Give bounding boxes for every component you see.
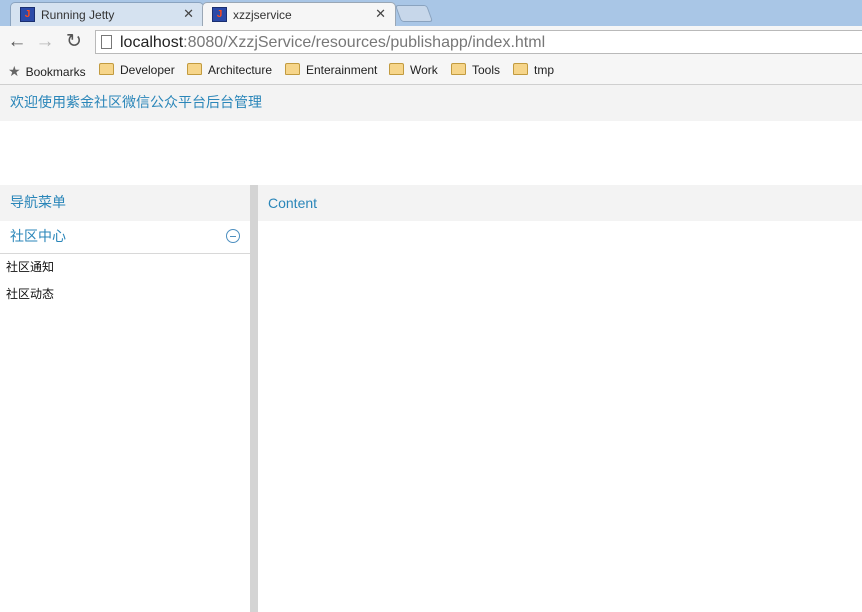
browser-tab-xzzjservice[interactable]: J xzzjservice ✕	[202, 2, 396, 27]
forward-arrow-icon[interactable]: →	[33, 30, 57, 54]
jetty-icon: J	[212, 7, 227, 22]
bookmark-folder-architecture[interactable]: Architecture	[187, 63, 272, 77]
bookmark-folder-work[interactable]: Work	[389, 63, 438, 77]
browser-toolbar: ← → ↻ localhost:8080/XzzjService/resourc…	[0, 26, 862, 58]
back-arrow-icon[interactable]: ←	[5, 30, 29, 54]
address-bar[interactable]: localhost:8080/XzzjService/resources/pub…	[95, 30, 862, 54]
folder-icon	[285, 63, 300, 75]
close-icon[interactable]: ✕	[183, 6, 194, 22]
bookmark-folder-enterainment[interactable]: Enterainment	[285, 63, 377, 77]
bookmark-folder-tmp[interactable]: tmp	[513, 63, 554, 77]
close-icon[interactable]: ✕	[375, 6, 386, 22]
bookmark-folder-tools[interactable]: Tools	[451, 63, 500, 77]
folder-icon	[187, 63, 202, 75]
page-title: 欢迎使用紫金社区微信公众平台后台管理	[0, 85, 862, 121]
bookmarks-button[interactable]: ★ Bookmarks	[8, 63, 86, 80]
navigation-panel-title: 导航菜单	[0, 185, 250, 221]
content-panel: Content	[258, 185, 862, 612]
star-icon: ★	[8, 63, 21, 79]
folder-icon	[451, 63, 466, 75]
new-tab-button[interactable]	[394, 5, 434, 22]
accordion-header-community-center[interactable]: 社区中心	[0, 221, 250, 254]
reload-icon[interactable]: ↻	[62, 30, 86, 54]
menu-list: 社区通知 社区动态	[0, 254, 250, 308]
bookmark-folder-developer[interactable]: Developer	[99, 63, 175, 77]
url-text: localhost:8080/XzzjService/resources/pub…	[120, 34, 546, 51]
folder-icon	[513, 63, 528, 75]
jetty-icon: J	[20, 7, 35, 22]
tab-title: Running Jetty	[41, 8, 115, 22]
content-panel-title: Content	[258, 185, 862, 221]
collapse-icon[interactable]	[226, 229, 240, 243]
browser-tabstrip: J Running Jetty ✕ J xzzjservice ✕	[0, 0, 862, 27]
browser-tab-running-jetty[interactable]: J Running Jetty ✕	[10, 2, 204, 26]
menu-item-community-notice[interactable]: 社区通知	[0, 254, 250, 281]
navigation-panel: 导航菜单 社区中心 社区通知 社区动态	[0, 185, 250, 612]
menu-item-community-news[interactable]: 社区动态	[0, 281, 250, 308]
accordion-title: 社区中心	[10, 229, 66, 245]
page-icon	[101, 35, 112, 49]
layout-splitter[interactable]	[250, 185, 258, 612]
bookmarks-bar: ★ Bookmarks Developer Architecture Entera…	[0, 58, 862, 85]
folder-icon	[99, 63, 114, 75]
tab-title: xzzjservice	[233, 8, 292, 22]
folder-icon	[389, 63, 404, 75]
